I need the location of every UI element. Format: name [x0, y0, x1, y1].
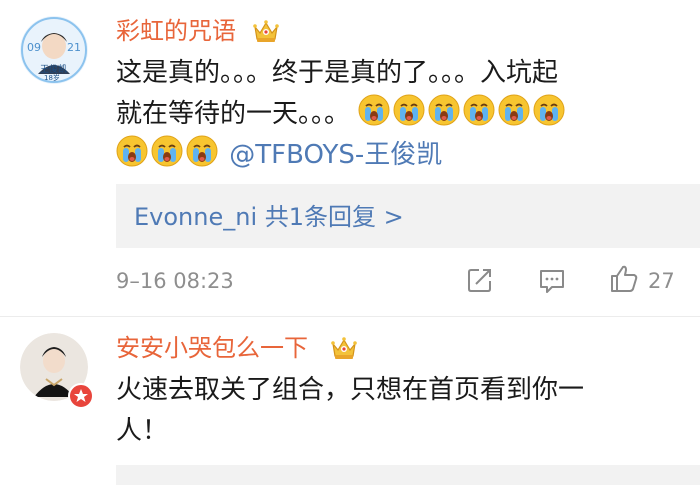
comment-item: 安安小哭包么一下 火速去取关了组合，只想在首页看到你一 人！ [0, 316, 700, 485]
crying-emoji-icon [116, 135, 148, 167]
share-icon[interactable] [466, 266, 494, 294]
crying-emoji-icon [498, 94, 530, 126]
crying-emoji-icon [393, 94, 425, 126]
comment-text-line: @TFBOYS-王俊凯 [116, 135, 568, 176]
avatar-caption-sub: 18岁 [44, 73, 60, 82]
verified-badge [68, 383, 94, 409]
comment-item: 09 21 王俊凯 18岁 彩虹的咒语 这是真的。。。终于是真的了。。。入坑起 … [0, 0, 700, 316]
like-count: 27 [648, 269, 675, 293]
comment-text-line-2: 就在等待的一天。。。 [116, 99, 351, 129]
comment-text-line: 就在等待的一天。。。 [116, 94, 568, 135]
crying-emoji-icon [428, 94, 460, 126]
username[interactable]: 安安小哭包么一下 [116, 333, 308, 363]
crying-emoji-icon [533, 94, 565, 126]
reply-summary-box[interactable]: Evonne_ni 共1条回复 > [116, 184, 700, 248]
reply-summary-link[interactable]: Evonne_ni 共1条回复 > [134, 202, 404, 232]
avatar[interactable]: 09 21 王俊凯 18岁 [20, 16, 88, 84]
crown-icon [252, 18, 280, 44]
comment-icon[interactable] [537, 266, 567, 296]
username[interactable]: 彩虹的咒语 [116, 16, 236, 46]
crying-emoji-icon [463, 94, 495, 126]
timestamp: 9–16 08:23 [116, 269, 234, 293]
reply-summary-box[interactable] [116, 465, 700, 485]
avatar-text-right: 21 [67, 41, 81, 54]
star-icon [74, 389, 88, 402]
avatar-text-left: 09 [27, 41, 41, 54]
mention-link[interactable]: @TFBOYS-王俊凯 [229, 140, 442, 170]
comment-text-line: 火速去取关了组合，只想在首页看到你一 [116, 375, 585, 405]
comment-content: 这是真的。。。终于是真的了。。。入坑起 就在等待的一天。。。 @TFBOYS-王… [116, 53, 568, 176]
comment-text-line: 这是真的。。。终于是真的了。。。入坑起 [116, 58, 559, 88]
comment-content: 火速去取关了组合，只想在首页看到你一 人！ [116, 370, 584, 452]
comment-text-line: 人！ [116, 416, 169, 446]
thumbs-up-icon[interactable] [608, 263, 640, 295]
crown-icon [330, 335, 358, 361]
crying-emoji-icon [358, 94, 390, 126]
crying-emoji-icon [186, 135, 218, 167]
crying-emoji-icon [151, 135, 183, 167]
